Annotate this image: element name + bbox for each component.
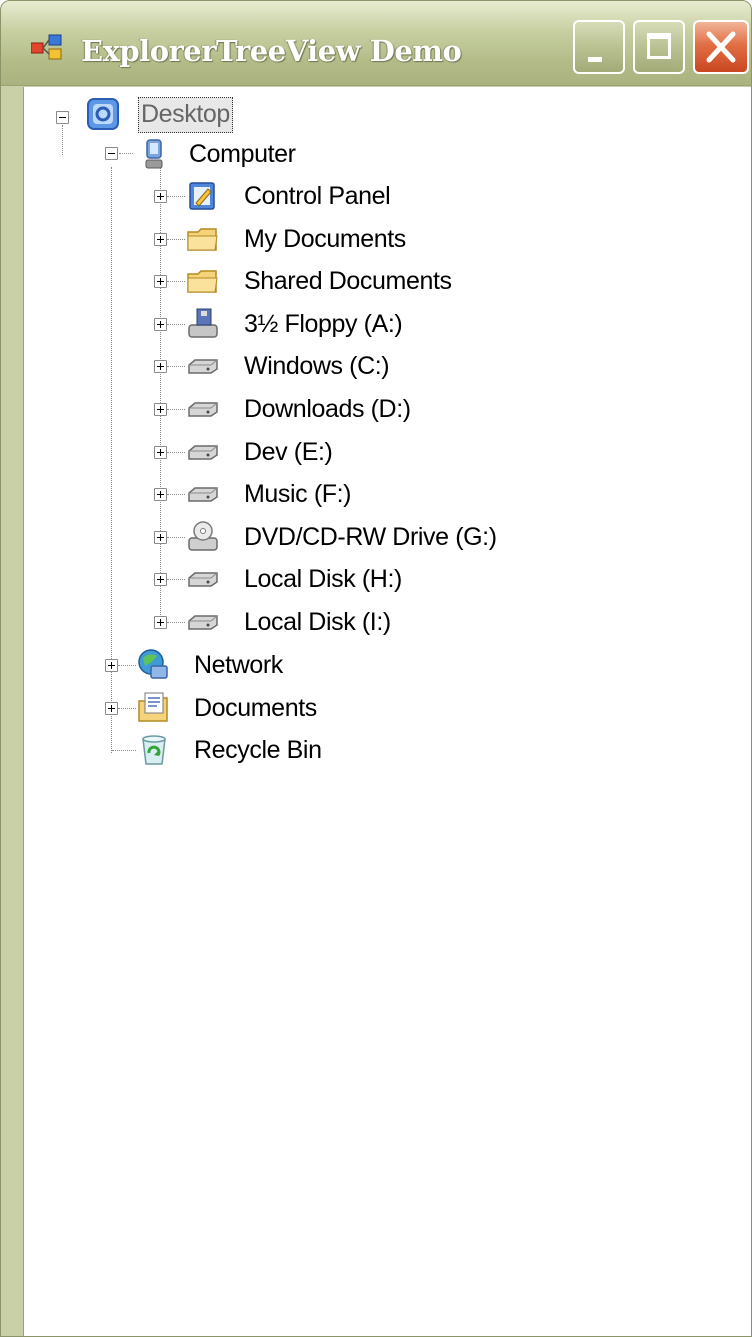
tree-node-label: Computer — [189, 140, 296, 168]
floppy-drive-icon — [188, 308, 218, 338]
maximize-button[interactable] — [633, 20, 685, 74]
tree-node-music-f[interactable]: Music (F:) — [24, 474, 751, 516]
expand-toggle[interactable] — [154, 317, 167, 331]
tree-node-label: Recycle Bin — [194, 736, 322, 765]
tree-connector — [167, 281, 185, 283]
control-panel-icon — [189, 182, 215, 210]
tree-connector — [167, 451, 185, 453]
tree-connector — [167, 238, 185, 240]
tree-view[interactable]: Desktop Computer Control Panel My Documen… — [23, 87, 751, 1336]
window-title: ExplorerTreeView Demo — [81, 34, 462, 68]
desktop-icon — [87, 98, 119, 130]
collapse-toggle[interactable] — [105, 147, 118, 160]
tree-node-desktop[interactable]: Desktop — [24, 94, 751, 136]
dvd-drive-icon — [188, 521, 218, 551]
documents-icon — [138, 692, 168, 722]
tree-container: Desktop Computer Control Panel My Documen… — [24, 87, 751, 767]
tree-node-windows-c[interactable]: Windows (C:) — [24, 346, 751, 388]
expand-toggle[interactable] — [154, 573, 167, 587]
tree-node-downloads-d[interactable]: Downloads (D:) — [24, 389, 751, 431]
tree-node-local-disk-i[interactable]: Local Disk (I:) — [24, 602, 751, 644]
app-icon — [31, 34, 62, 60]
tree-node-label: My Documents — [244, 224, 406, 253]
tree-node-documents[interactable]: Documents — [24, 688, 751, 730]
minimize-icon — [588, 57, 602, 62]
tree-node-label: Local Disk (H:) — [244, 565, 402, 594]
hard-drive-icon — [188, 572, 218, 588]
tree-node-label: Downloads (D:) — [244, 395, 411, 423]
maximize-icon — [647, 33, 671, 59]
hard-drive-icon — [188, 615, 218, 630]
expand-toggle[interactable] — [154, 530, 167, 544]
expand-toggle[interactable] — [154, 232, 167, 246]
tree-connector — [167, 409, 185, 410]
folder-icon — [187, 227, 218, 251]
tree-node-label: Local Disk (I:) — [244, 608, 391, 636]
tree-node-my-documents[interactable]: My Documents — [24, 219, 751, 261]
tree-connector — [167, 579, 185, 581]
folder-icon — [187, 270, 218, 293]
tree-connector — [112, 750, 136, 752]
expand-toggle[interactable] — [154, 616, 167, 629]
tree-node-dvd-cd-rw-drive-g[interactable]: DVD/CD-RW Drive (G:) — [24, 517, 751, 559]
tree-connector — [118, 707, 136, 709]
tree-node-label: Dev (E:) — [244, 437, 333, 466]
hard-drive-icon — [188, 487, 218, 502]
tree-node-label: 3½ Floppy (A:) — [244, 309, 403, 338]
tree-node-computer[interactable]: Computer — [24, 136, 751, 178]
tree-connector — [167, 494, 185, 496]
tree-node-network[interactable]: Network — [24, 645, 751, 687]
tree-connector — [167, 622, 185, 623]
tree-node-local-disk-h[interactable]: Local Disk (H:) — [24, 559, 751, 601]
computer-icon — [145, 139, 163, 169]
hard-drive-icon — [188, 444, 218, 460]
tree-node-recycle-bin[interactable]: Recycle Bin — [24, 730, 751, 772]
collapse-toggle[interactable] — [56, 111, 69, 124]
tree-connector — [167, 366, 185, 368]
tree-connector — [118, 665, 136, 666]
close-icon — [706, 31, 736, 63]
tree-node-label: DVD/CD-RW Drive (G:) — [244, 522, 497, 551]
tree-node-shared-documents[interactable]: Shared Documents — [24, 261, 751, 303]
tree-node-label: Windows (C:) — [244, 352, 390, 381]
expand-toggle[interactable] — [154, 403, 167, 416]
tree-node-dev-e[interactable]: Dev (E:) — [24, 432, 751, 474]
network-icon — [138, 649, 168, 679]
tree-connector — [119, 153, 133, 154]
expand-toggle[interactable] — [154, 488, 167, 502]
tree-node-control-panel[interactable]: Control Panel — [24, 176, 751, 218]
tree-connector — [167, 323, 185, 325]
tree-node-label: Desktop — [138, 97, 233, 133]
tree-node-label: Shared Documents — [244, 267, 452, 296]
hard-drive-icon — [188, 402, 218, 417]
expand-toggle[interactable] — [105, 659, 118, 672]
tree-node-label: Control Panel — [244, 182, 391, 210]
tree-node-label: Documents — [194, 693, 317, 722]
tree-connector — [167, 536, 185, 538]
tree-node-label: Network — [194, 651, 283, 679]
tree-node-label: Music (F:) — [244, 480, 352, 509]
expand-toggle[interactable] — [154, 275, 167, 289]
app-window: ExplorerTreeView Demo Desktop Computer C… — [0, 0, 752, 1337]
hard-drive-icon — [188, 359, 218, 375]
tree-connector — [167, 196, 185, 197]
expand-toggle[interactable] — [105, 701, 118, 715]
minimize-button[interactable] — [573, 20, 625, 74]
tree-node-3-floppy-a[interactable]: 3½ Floppy (A:) — [24, 304, 751, 346]
title-bar[interactable]: ExplorerTreeView Demo — [1, 1, 751, 86]
close-button[interactable] — [693, 20, 749, 74]
expand-toggle[interactable] — [154, 190, 167, 203]
expand-toggle[interactable] — [154, 445, 167, 459]
expand-toggle[interactable] — [154, 360, 167, 374]
recycle-bin-icon — [142, 735, 166, 765]
